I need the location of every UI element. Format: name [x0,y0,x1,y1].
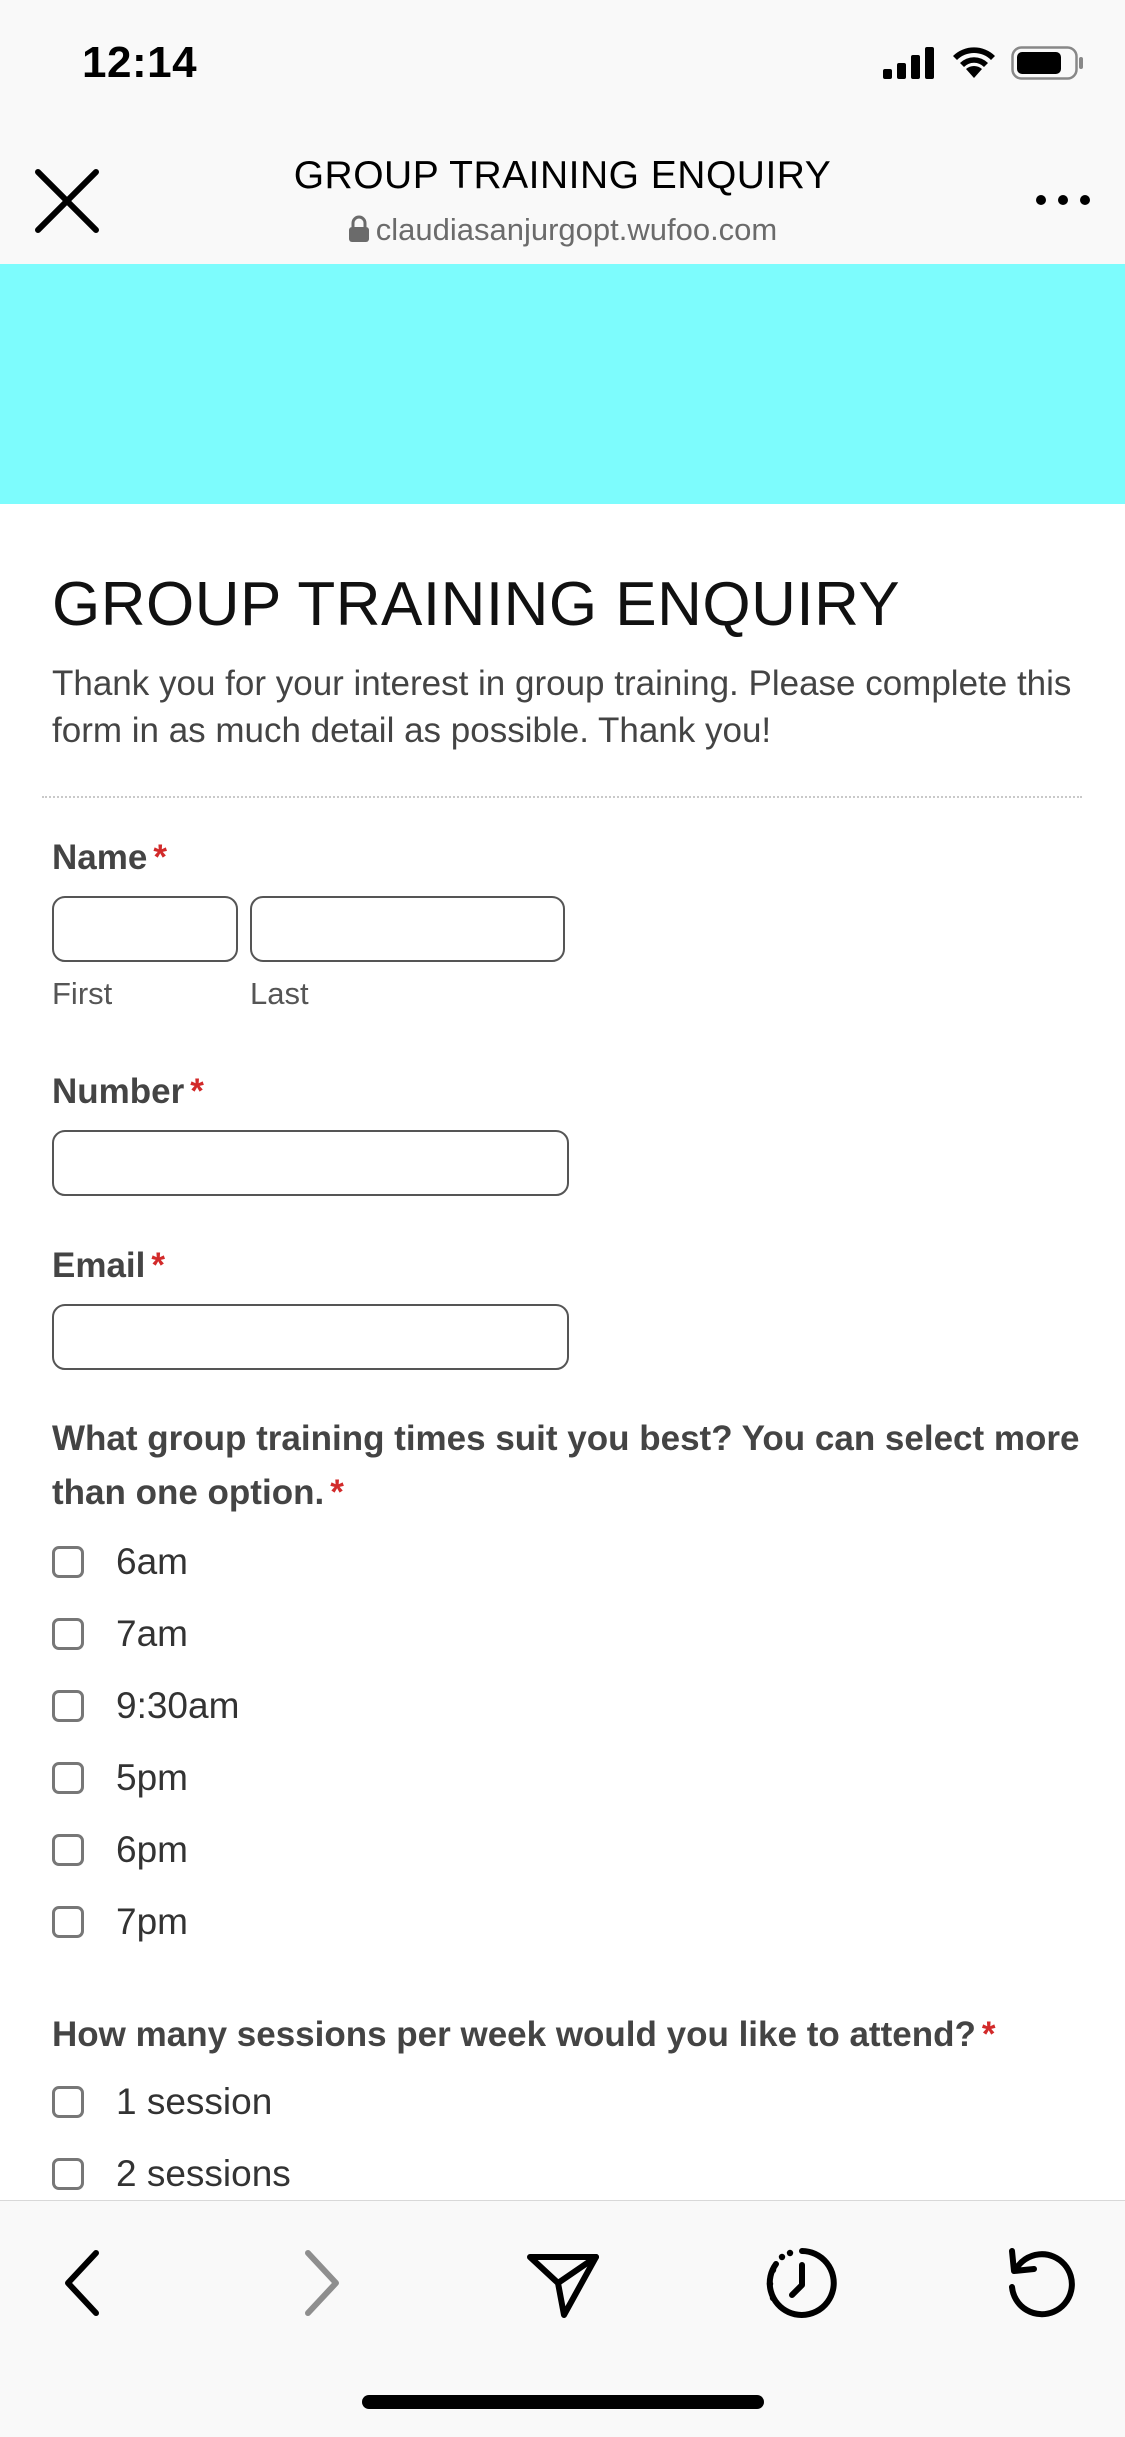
sessions-question: How many sessions per week would you lik… [52,2008,1082,2062]
status-time: 12:14 [82,38,198,87]
checkbox-label: 7am [116,1613,188,1654]
checkbox-label: 5pm [116,1757,188,1798]
history-icon[interactable] [762,2243,842,2323]
checkbox-option-2-sessions[interactable]: 2 sessions [52,2149,291,2199]
checkbox-label: 7pm [116,1901,188,1942]
checkbox[interactable] [52,2158,84,2190]
name-label: Name * [52,838,167,878]
last-sublabel: Last [250,976,309,1011]
url-text: claudiasanjurgopt.wufoo.com [375,212,778,247]
times-question: What group training times suit you best?… [52,1412,1082,1520]
required-marker: * [190,1072,204,1111]
checkbox-option-6pm[interactable]: 6pm [52,1825,188,1875]
share-icon[interactable] [522,2243,602,2323]
browser-header: GROUP TRAINING ENQUIRY claudiasanjurgopt… [0,140,1125,264]
sessions-question-text: How many sessions per week would you lik… [52,2015,976,2054]
times-question-text: What group training times suit you best?… [52,1419,1080,1512]
required-marker: * [151,1246,166,1285]
reload-icon[interactable] [1000,2243,1080,2323]
email-input[interactable] [52,1304,569,1370]
checkbox-option-6am[interactable]: 6am [52,1537,188,1587]
name-label-text: Name [52,838,148,877]
forward-icon[interactable] [282,2243,362,2323]
first-sublabel: First [52,976,113,1011]
wifi-icon [953,47,995,78]
checkbox-label: 9:30am [116,1685,240,1726]
battery-icon [1011,46,1083,80]
checkbox[interactable] [52,1690,84,1722]
first-name-input[interactable] [52,896,238,962]
more-icon[interactable] [1031,180,1095,220]
status-icons [883,46,1085,80]
form-description: Thank you for your interest in group tra… [52,664,1072,750]
checkbox-option-5pm[interactable]: 5pm [52,1753,188,1803]
checkbox[interactable] [52,1834,84,1866]
email-label: Email * [52,1246,165,1286]
checkbox-option-7am[interactable]: 7am [52,1609,188,1659]
form: GROUP TRAINING ENQUIRY Thank you for you… [0,504,1125,2200]
last-name-input[interactable] [250,896,565,962]
checkbox-label: 6am [116,1541,188,1582]
number-label: Number * [52,1072,204,1112]
checkbox-option-1-session[interactable]: 1 session [52,2077,272,2127]
status-bar: 12:14 [0,0,1125,140]
required-marker: * [153,838,167,877]
divider [42,796,1082,798]
checkbox-option-930am[interactable]: 9:30am [52,1681,239,1731]
checkbox-label: 6pm [116,1829,188,1870]
number-input[interactable] [52,1130,569,1196]
back-icon[interactable] [42,2243,122,2323]
checkbox[interactable] [52,1618,84,1650]
lock-icon [348,215,369,242]
checkbox[interactable] [52,2086,84,2118]
checkbox[interactable] [52,1762,84,1794]
checkbox[interactable] [52,1906,84,1938]
page-title: GROUP TRAINING ENQUIRY [293,154,832,197]
header-banner [0,264,1125,504]
url-label[interactable]: claudiasanjurgopt.wufoo.com [0,212,1125,248]
checkbox-option-7pm[interactable]: 7pm [52,1897,188,1947]
home-indicator [362,2395,764,2409]
signal-icon [883,47,934,79]
number-label-text: Number [52,1072,185,1111]
checkbox[interactable] [52,1546,84,1578]
checkbox-label: 2 sessions [116,2153,291,2194]
required-marker: * [981,2015,996,2054]
checkbox-label: 1 session [116,2081,273,2122]
form-title: GROUP TRAINING ENQUIRY [52,570,901,639]
email-label-text: Email [52,1246,146,1285]
required-marker: * [330,1473,344,1512]
